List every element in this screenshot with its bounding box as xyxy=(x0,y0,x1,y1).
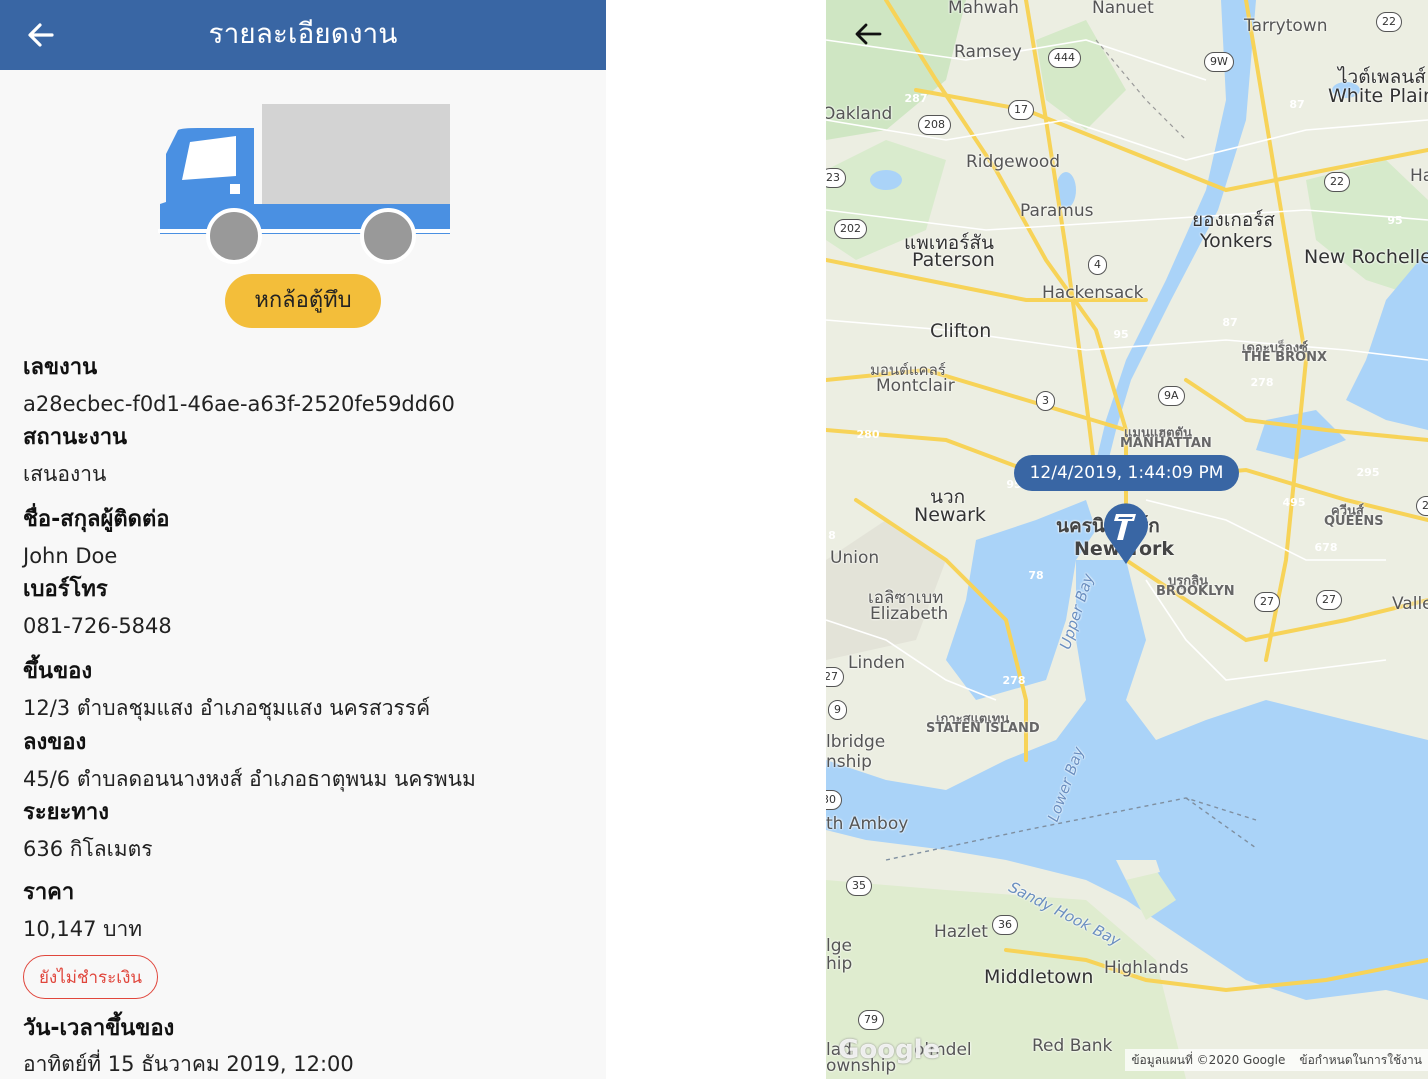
map-label-new-rochelle: New Rochelle xyxy=(1304,246,1428,268)
highway-shield-87-bronx: 87 xyxy=(1218,312,1242,332)
map-label-paterson: Paterson xyxy=(912,249,995,271)
route-208: 208 xyxy=(918,115,951,135)
map-label-newark: Newark xyxy=(914,504,986,526)
map-label-yonkers: Yonkers xyxy=(1200,230,1273,252)
dropoff-label: ลงของ xyxy=(23,730,87,755)
route-444: 444 xyxy=(1048,48,1081,68)
highway-shield-495: 495 xyxy=(1282,492,1306,512)
contact-name-label: ชื่อ-สกุลผู้ติดต่อ xyxy=(23,507,170,532)
phone-label: เบอร์โทร xyxy=(23,577,108,602)
highway-shield-78: 78 xyxy=(1024,565,1048,585)
route-27-b: 27 xyxy=(1316,590,1342,610)
job-detail-panel: รายละเอียดงาน หกล้อตู้ทึบ เลขงาน a28ecbe… xyxy=(0,0,606,1079)
highway-shield-678: 678 xyxy=(1314,537,1338,557)
highway-shield-8: 8 xyxy=(826,525,844,545)
route-9: 9 xyxy=(828,700,847,720)
map-view[interactable]: Mahwah Nanuet Tarrytown Ramsey Oakland ไ… xyxy=(826,0,1428,1079)
highway-shield-278: 278 xyxy=(1250,372,1274,392)
route-17: 17 xyxy=(1008,100,1034,120)
google-logo: Google xyxy=(838,1035,941,1065)
map-label-mahwah: Mahwah xyxy=(948,0,1019,18)
app-bar: รายละเอียดงาน xyxy=(0,0,606,70)
map-label-woodbridge: lbridge xyxy=(826,732,886,752)
job-number-value: a28ecbec-f0d1-46ae-a63f-2520fe59dd60 xyxy=(23,392,455,416)
route-27: 27 xyxy=(1254,592,1280,612)
map-label-tarrytown: Tarrytown xyxy=(1244,16,1328,36)
highway-shield-287: 287 xyxy=(904,88,928,108)
map-label-oakland: Oakland xyxy=(826,104,893,124)
route-4: 4 xyxy=(1088,255,1107,275)
route-9a: 9A xyxy=(1158,386,1185,406)
highway-shield-87: 87 xyxy=(1285,94,1309,114)
map-label-har: Har xyxy=(1410,166,1428,186)
contact-name-value: John Doe xyxy=(23,544,118,568)
map-label-paramus: Paramus xyxy=(1020,201,1094,221)
route-35: 35 xyxy=(846,876,872,896)
map-label-linden: Linden xyxy=(848,653,905,673)
job-status-label: สถานะงาน xyxy=(23,425,128,450)
route-79: 79 xyxy=(858,1010,884,1030)
map-label-middletown: Middletown xyxy=(984,966,1094,988)
distance-value: 636 กิโลเมตร xyxy=(23,837,153,861)
map-data-credit: ข้อมูลแผนที่ ©2020 Google xyxy=(1131,1053,1286,1067)
route-202: 202 xyxy=(834,219,867,239)
price-value: 10,147 บาท xyxy=(23,917,143,941)
highway-shield-280: 280 xyxy=(856,424,880,444)
route-23: 23 xyxy=(826,168,846,188)
map-label-hip: hip xyxy=(826,954,853,974)
map-label-white-plains: White Plain xyxy=(1328,85,1428,107)
map-label-bronx: THE BRONX xyxy=(1242,350,1328,365)
map-label-staten: STATEN ISLAND xyxy=(926,721,1040,736)
route-22-b: 22 xyxy=(1324,172,1350,192)
payment-status-badge: ยังไม่ชำระเงิน xyxy=(23,955,158,999)
map-label-ramsey: Ramsey xyxy=(954,42,1022,62)
job-status-value: เสนองาน xyxy=(23,462,107,486)
map-label-elizabeth: Elizabeth xyxy=(870,604,949,624)
truck-location-pin-icon[interactable] xyxy=(1102,500,1150,566)
map-label-queens: QUEENS xyxy=(1324,514,1384,529)
pickup-address: 12/3 ตำบลชุมแสง อำเภอชุมแสง นครสวรรค์ xyxy=(23,696,431,720)
truck-type-badge: หกล้อตู้ทึบ xyxy=(225,274,381,328)
map-label-red-bank: Red Bank xyxy=(1032,1036,1113,1056)
phone-value[interactable]: 081-726-5848 xyxy=(23,611,172,641)
map-label-brooklyn: BROOKLYN xyxy=(1156,584,1235,599)
map-label-nship: nship xyxy=(826,752,872,772)
price-label: ราคา xyxy=(23,880,75,905)
highway-shield-95: 95 xyxy=(1383,210,1407,230)
dropoff-address: 45/6 ตำบลดอนนางหงส์ อำเภอธาตุพนม นครพนม xyxy=(23,767,476,791)
pickup-time-label: วัน-เวลาขึ้นของ xyxy=(23,1016,175,1041)
map-label-amboy: th Amboy xyxy=(826,814,909,834)
terms-link[interactable]: ข้อกำหนดในการใช้งาน xyxy=(1299,1053,1422,1067)
route-22: 22 xyxy=(1376,12,1402,32)
map-label-manhattan: MANHATTAN xyxy=(1120,436,1212,451)
map-label-valle: Valle xyxy=(1392,594,1428,614)
job-number-label: เลขงาน xyxy=(23,355,98,380)
page-title: รายละเอียดงาน xyxy=(208,17,398,50)
location-timestamp-tooltip: 12/4/2019, 1:44:09 PM xyxy=(1014,455,1239,491)
pickup-time-value: อาทิตย์ที่ 15 ธันวาคม 2019, 12:00 xyxy=(23,1052,354,1076)
map-label-highlands: Highlands xyxy=(1104,958,1189,978)
map-label-hazlet: Hazlet xyxy=(934,922,988,942)
route-9w: 9W xyxy=(1204,52,1234,72)
distance-label: ระยะทาง xyxy=(23,800,109,825)
map-label-hackensack: Hackensack xyxy=(1042,283,1144,303)
map-label-nanuet: Nanuet xyxy=(1092,0,1154,18)
map-label-montclair: Montclair xyxy=(876,376,955,396)
map-attribution: ข้อมูลแผนที่ ©2020 Google ข้อกำหนดในการใช… xyxy=(1125,1049,1428,1071)
highway-shield-95-gwb: 95 xyxy=(1109,324,1133,344)
route-3: 3 xyxy=(1036,391,1055,411)
truck-icon xyxy=(158,104,450,264)
pickup-label: ขึ้นของ xyxy=(23,659,93,684)
map-back-arrow-icon[interactable] xyxy=(850,18,886,50)
highway-shield-278-si: 278 xyxy=(1002,670,1026,690)
map-label-clifton: Clifton xyxy=(930,320,992,342)
map-label-ridgewood: Ridgewood xyxy=(966,152,1061,172)
highway-shield-295: 295 xyxy=(1356,462,1380,482)
map-label-union: Union xyxy=(830,548,880,568)
map-label-lge: lge xyxy=(826,936,852,956)
route-36: 36 xyxy=(992,915,1018,935)
